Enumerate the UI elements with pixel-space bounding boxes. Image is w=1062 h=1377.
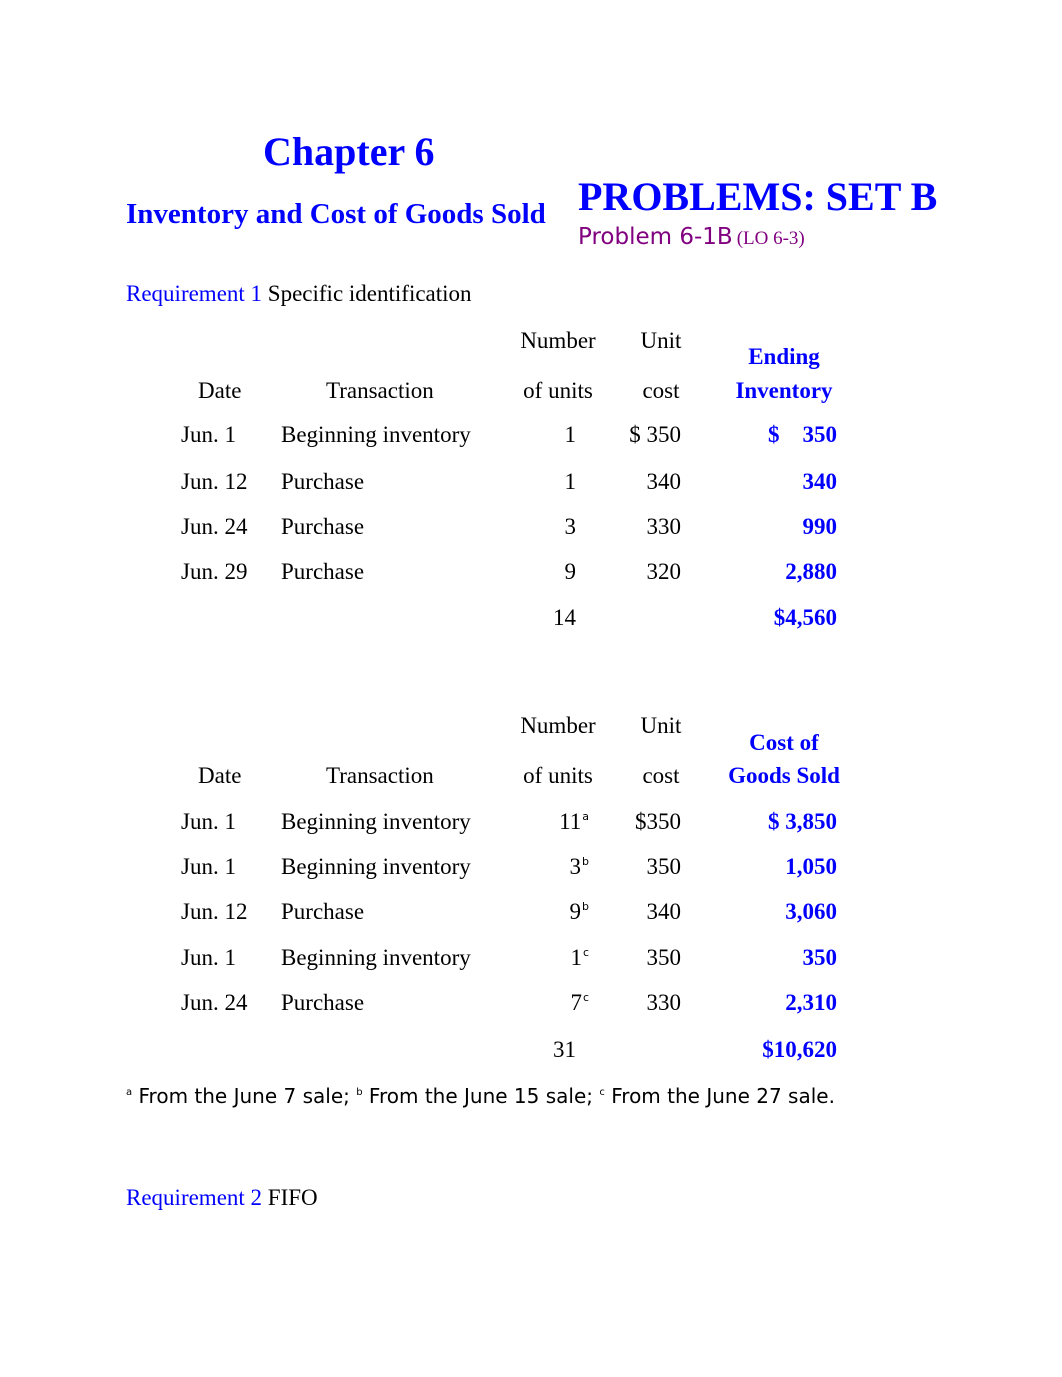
row-transaction: Purchase <box>281 990 365 1015</box>
requirement-1-method: Specific identification <box>267 281 472 306</box>
row-cost-of-goods-sold: $ 3,850 <box>768 809 837 834</box>
total-ending-inventory: $4,560 <box>773 605 837 630</box>
row-unit-cost: 350 <box>646 854 682 879</box>
problem-number: Problem 6-1B <box>578 224 733 250</box>
row-transaction: Beginning inventory <box>281 809 471 834</box>
row-units: 7c <box>570 988 589 1018</box>
row-unit-cost: 330 <box>646 514 682 539</box>
row-units: 1c <box>570 943 589 973</box>
row-ending-inventory: 990 <box>802 514 838 539</box>
header-units-line1: Number <box>520 713 596 738</box>
row-unit-cost: $ 350 <box>629 422 681 447</box>
row-unit-cost: $350 <box>635 809 681 834</box>
header-cost-line1: Unit <box>640 328 682 353</box>
header-units-line2: of units <box>523 378 593 403</box>
header-cost-line1: Unit <box>640 713 682 738</box>
row-date: Jun. 12 <box>181 469 248 494</box>
row-ending-inventory: 2,880 <box>785 559 837 584</box>
row-cost-of-goods-sold: 350 <box>802 945 838 970</box>
header-value-line1: Ending <box>748 344 820 369</box>
header-transaction: Transaction <box>326 763 434 788</box>
footnote-marker: a <box>582 810 589 823</box>
row-cost-of-goods-sold: 1,050 <box>785 854 837 879</box>
row-date: Jun. 12 <box>181 899 248 924</box>
row-unit-cost: 350 <box>646 945 682 970</box>
row-units: 1 <box>564 469 577 494</box>
row-date: Jun. 1 <box>181 945 236 970</box>
header-value-line1: Cost of <box>749 730 819 755</box>
row-unit-cost: 340 <box>646 899 682 924</box>
units-value: 9 <box>569 899 582 924</box>
chapter-title: Chapter 6 <box>263 129 435 174</box>
row-units: 1 <box>564 422 577 447</box>
row-unit-cost: 330 <box>646 990 682 1015</box>
footnote-marker: c <box>582 991 589 1004</box>
row-transaction: Beginning inventory <box>281 854 471 879</box>
header-date: Date <box>198 763 242 788</box>
footnote-marker: b <box>582 855 589 868</box>
units-value: 1 <box>570 945 582 970</box>
requirement-1-label: Requirement 1 <box>126 281 263 306</box>
row-transaction: Beginning inventory <box>281 422 471 447</box>
total-units: 14 <box>553 605 576 630</box>
row-date: Jun. 1 <box>181 809 236 834</box>
footnote-text-a: From the June 7 sale; <box>132 1084 357 1108</box>
problem-heading: Problem 6-1B (LO 6-3) <box>578 220 805 257</box>
header-cost-line2: cost <box>642 763 680 788</box>
row-date: Jun. 1 <box>181 422 236 447</box>
total-cost-of-goods-sold: $10,620 <box>762 1037 837 1062</box>
row-unit-cost: 320 <box>646 559 682 584</box>
header-value-line2: Inventory <box>735 378 833 403</box>
row-units: 3 <box>564 514 577 539</box>
row-date: Jun. 29 <box>181 559 248 584</box>
row-unit-cost: 340 <box>646 469 682 494</box>
problem-set-title: PROBLEMS: SET B <box>578 174 938 219</box>
row-transaction: Purchase <box>281 559 365 584</box>
row-date: Jun. 24 <box>181 990 248 1015</box>
chapter-subtitle: Inventory and Cost of Goods Sold <box>126 198 546 230</box>
row-cost-of-goods-sold: 2,310 <box>785 990 837 1015</box>
row-cost-of-goods-sold: 3,060 <box>785 899 837 924</box>
footnote-text-b: From the June 15 sale; <box>362 1084 600 1108</box>
requirement-2-heading: Requirement 2 FIFO <box>126 1183 318 1213</box>
row-ending-inventory: 340 <box>802 469 838 494</box>
footnote-marker: b <box>582 900 589 913</box>
total-units: 31 <box>553 1037 576 1062</box>
units-value: 11 <box>559 809 582 834</box>
row-units: 9b <box>570 897 589 927</box>
row-date: Jun. 1 <box>181 854 236 879</box>
row-units: 3b <box>570 852 589 882</box>
table-footnote: a From the June 7 sale; b From the June … <box>126 1082 835 1110</box>
requirement-2-label: Requirement 2 <box>126 1185 263 1210</box>
row-ending-inventory: $ 350 <box>768 422 837 447</box>
header-units-line1: Number <box>520 328 596 353</box>
row-date: Jun. 24 <box>181 514 248 539</box>
header-transaction: Transaction <box>326 378 434 403</box>
row-units: 11a <box>559 807 589 837</box>
footnote-text-c: From the June 27 sale. <box>604 1084 835 1108</box>
header-cost-line2: cost <box>642 378 680 403</box>
learning-objective: (LO 6-3) <box>736 228 805 249</box>
units-value: 3 <box>569 854 582 879</box>
footnote-marker: c <box>582 946 589 959</box>
row-transaction: Purchase <box>281 899 365 924</box>
row-transaction: Purchase <box>281 469 365 494</box>
row-transaction: Beginning inventory <box>281 945 471 970</box>
header-value-line2: Goods Sold <box>728 763 840 788</box>
header-units-line2: of units <box>523 763 593 788</box>
requirement-2-method: FIFO <box>267 1185 318 1210</box>
units-value: 7 <box>570 990 582 1015</box>
requirement-1-heading: Requirement 1 Specific identification <box>126 279 472 309</box>
header-date: Date <box>198 378 242 403</box>
row-transaction: Purchase <box>281 514 365 539</box>
row-units: 9 <box>564 559 577 584</box>
